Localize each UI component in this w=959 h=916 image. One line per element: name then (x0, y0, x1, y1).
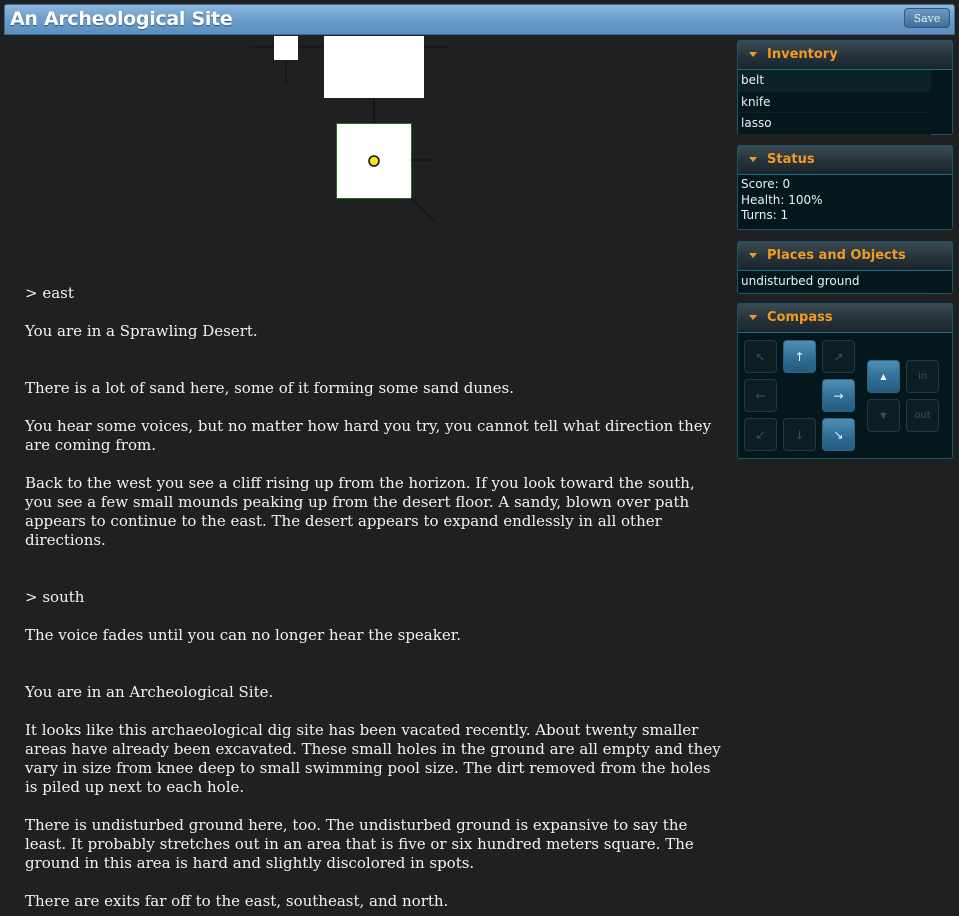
arrow-icon: ↙ (755, 427, 766, 442)
inventory-pane: Inventory belt knife lasso (737, 40, 953, 135)
save-button[interactable]: Save (904, 8, 950, 28)
status-header[interactable]: Status (738, 146, 952, 175)
output-paragraph: You are in a Sprawling Desert. (25, 322, 258, 340)
compass-northeast-button[interactable]: ↗ (822, 340, 855, 373)
window-title: An Archeological Site (10, 8, 233, 30)
places-item[interactable]: undisturbed ground (738, 271, 931, 293)
inventory-header[interactable]: Inventory (738, 41, 952, 70)
compass-southwest-button[interactable]: ↙ (744, 418, 777, 451)
inventory-title: Inventory (767, 47, 838, 62)
output-paragraph: There is undisturbed ground here, too. T… (25, 816, 694, 872)
compass-header[interactable]: Compass (738, 304, 952, 333)
command-echo: > south (25, 588, 85, 606)
player-marker (368, 155, 380, 167)
collapse-triangle-icon (749, 253, 757, 258)
button-label: out (914, 410, 931, 421)
places-title: Places and Objects (767, 248, 906, 263)
compass-west-button[interactable]: ← (744, 379, 777, 412)
compass-south-button[interactable]: ↓ (783, 418, 816, 451)
command-echo: > east (25, 284, 74, 302)
status-pane: Status Score: 0 Health: 100% Turns: 1 (737, 145, 953, 230)
arrow-icon: ← (755, 388, 766, 403)
output-paragraph: It looks like this archaeological dig si… (25, 721, 721, 796)
map-connector (410, 197, 437, 224)
arrow-icon: ↖ (755, 349, 766, 364)
status-line: Score: 0 (741, 177, 791, 191)
output-paragraph: You are in an Archeological Site. (25, 683, 274, 701)
output-paragraph: There is a lot of sand here, some of it … (25, 379, 514, 397)
button-label: in (917, 371, 928, 382)
arrow-icon: ↗ (833, 349, 844, 364)
room-map (249, 36, 449, 224)
places-pane: Places and Objects undisturbed ground (737, 241, 953, 294)
compass-north-button[interactable]: ↑ (783, 340, 816, 373)
compass-east-button[interactable]: → (822, 379, 855, 412)
compass-northwest-button[interactable]: ↖ (744, 340, 777, 373)
status-title: Status (767, 152, 815, 167)
output-paragraph: Back to the west you see a cliff rising … (25, 474, 695, 549)
compass-out-button[interactable]: out (906, 399, 939, 432)
places-header[interactable]: Places and Objects (738, 242, 952, 271)
game-output-area: > east You are in a Sprawling Desert. Ther… (5, 36, 732, 916)
arrow-icon: ▼ (880, 411, 887, 420)
arrow-icon: ↑ (794, 349, 805, 364)
arrow-icon: ↓ (794, 427, 805, 442)
output-paragraph: You hear some voices, but no matter how … (25, 417, 712, 454)
inventory-item[interactable]: belt (738, 70, 931, 92)
compass-title: Compass (767, 310, 833, 325)
places-list: undisturbed ground (738, 271, 952, 293)
arrow-icon: → (833, 388, 844, 403)
inventory-item[interactable]: lasso (738, 113, 931, 135)
title-bar: An Archeological Site Save (4, 4, 955, 35)
output-paragraph: There are exits far off to the east, sou… (25, 892, 449, 910)
arrow-icon: ↘ (833, 427, 844, 442)
transcript: > east You are in a Sprawling Desert. Ther… (25, 284, 725, 916)
compass-in-button[interactable]: in (906, 360, 939, 393)
compass-southeast-button[interactable]: ↘ (822, 418, 855, 451)
collapse-triangle-icon (749, 52, 757, 57)
compass-up-button[interactable]: ▲ (867, 360, 900, 393)
collapse-triangle-icon (749, 315, 757, 320)
map-room-desert (324, 36, 424, 98)
arrow-icon: ▲ (880, 372, 887, 381)
inventory-item[interactable]: knife (738, 92, 931, 113)
status-list: Score: 0 Health: 100% Turns: 1 (738, 175, 952, 224)
compass-grid: ↖ ↑ ↗ ← → ↙ ↓ ↘ ▲ in ▼ out (738, 333, 952, 459)
status-line: Health: 100% (741, 192, 823, 207)
status-line: Turns: 1 (741, 208, 789, 222)
collapse-triangle-icon (749, 157, 757, 162)
compass-pane: Compass ↖ ↑ ↗ ← → ↙ ↓ ↘ ▲ in ▼ out (737, 303, 953, 459)
output-paragraph: The voice fades until you can no longer … (25, 626, 462, 644)
inventory-list: belt knife lasso (738, 70, 952, 135)
compass-down-button[interactable]: ▼ (867, 399, 900, 432)
map-room-small (274, 36, 298, 60)
